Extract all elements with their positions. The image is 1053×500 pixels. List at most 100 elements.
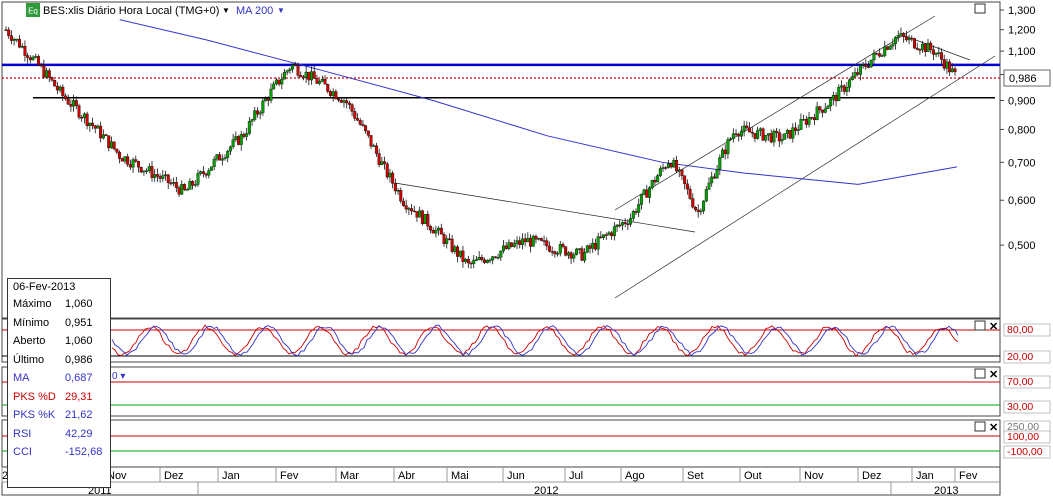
candle-body [391, 172, 395, 184]
panel-close-icon[interactable]: ✕ [989, 321, 998, 333]
candle-body [166, 174, 170, 184]
candle-body [739, 130, 743, 137]
candle-body [264, 98, 268, 102]
candle-body [631, 211, 635, 219]
candle-body [72, 100, 76, 107]
candle-body [950, 68, 954, 73]
candle-body [607, 232, 611, 235]
candle-body [142, 170, 146, 173]
candle-body [877, 53, 881, 57]
info-label-max: Máximo [13, 298, 52, 310]
candle-body [237, 136, 241, 145]
candle-body [850, 76, 854, 81]
indicator-level-label: 100,00 [1007, 431, 1039, 443]
info-value-pksd: 29,31 [65, 390, 93, 403]
candle-body [593, 242, 597, 250]
candle-body [280, 78, 284, 85]
panel-maximize-icon[interactable] [974, 320, 986, 331]
candle-body [15, 38, 19, 41]
candle-body [404, 205, 408, 210]
year-label: 2013 [934, 485, 958, 497]
candle-body [431, 230, 435, 234]
candle-body [318, 81, 322, 84]
info-value-pksk: 21,62 [65, 409, 93, 421]
candle-body [539, 238, 543, 241]
panel-close-icon[interactable]: ✕ [989, 369, 998, 381]
candle-body [147, 166, 151, 171]
candle-body [761, 128, 765, 141]
candle-body [648, 187, 652, 198]
candle-body [602, 234, 606, 238]
panel-maximize-icon[interactable] [974, 421, 986, 432]
candle-body [199, 171, 203, 174]
candle-body [61, 86, 65, 97]
candle-body [123, 156, 127, 162]
candle-body [285, 70, 289, 73]
maximize-icon[interactable] [974, 3, 986, 14]
candle-body [691, 198, 695, 208]
candle-body [358, 120, 362, 125]
candle-body [66, 98, 70, 105]
candle-body [710, 176, 714, 184]
ma-label[interactable]: MA 200 [236, 5, 273, 17]
candle-body [569, 252, 573, 259]
symbol-title[interactable]: BES:xlis Diário Hora Local (TMG+0) [43, 5, 219, 17]
candle-body [794, 127, 798, 131]
candle-body [93, 125, 97, 129]
candle-body [458, 250, 462, 257]
candle-body [707, 182, 711, 190]
candle-body [777, 132, 781, 142]
candle-body [58, 86, 62, 91]
candle-body [940, 52, 944, 60]
candle-body [558, 244, 562, 254]
candle-body [350, 104, 354, 112]
ma-dropdown-icon[interactable]: ▼ [277, 6, 285, 15]
candle-body [769, 133, 773, 143]
panel-maximize-icon[interactable] [974, 368, 986, 379]
panel-close-icon[interactable]: ✕ [989, 422, 998, 434]
candle-body [880, 55, 884, 57]
candle-body [856, 72, 860, 75]
candle-body [629, 218, 633, 225]
indicator-panels: 80,0020,00✕70,0030,00✕250,00100,00-100,0… [1, 318, 1051, 468]
candle-body [328, 91, 332, 96]
candle-body [896, 34, 900, 38]
candle-body [918, 49, 922, 51]
symbol-dropdown-icon[interactable]: ▼ [222, 6, 230, 15]
candle-body [434, 229, 438, 234]
candle-body [823, 108, 827, 113]
indicator-frame-1 [1, 366, 1001, 417]
candle-body [383, 161, 387, 164]
candle-body [875, 52, 879, 55]
candle-body [369, 135, 373, 147]
chart-svg: Eq BES:xlis Diário Hora Local (TMG+0) ▼ … [1, 1, 1051, 497]
candle-body [653, 180, 657, 183]
candle-body [185, 189, 189, 191]
candle-body [34, 56, 38, 58]
candle-body [304, 71, 308, 78]
candle-body [437, 227, 441, 231]
candle-body [177, 187, 181, 195]
candle-body [296, 65, 300, 76]
candle-body [931, 49, 935, 55]
candle-body [239, 134, 243, 145]
candle-body [291, 64, 295, 70]
candle-body [50, 77, 54, 81]
candle-body [145, 170, 149, 172]
candle-body [615, 224, 619, 227]
candle-body [853, 72, 857, 77]
info-value-last: 0,986 [65, 353, 93, 366]
candle-body [699, 210, 703, 213]
trendline-0 [614, 15, 936, 211]
candle-body [161, 175, 165, 179]
candle-body [934, 52, 938, 55]
candle-body [618, 224, 622, 227]
candle-body [82, 113, 86, 118]
candle-body [845, 86, 849, 92]
candle-body [829, 99, 833, 107]
candle-body [310, 71, 314, 81]
candle-body [680, 169, 684, 176]
app-icon-label: Eq [28, 7, 38, 16]
candle-body [488, 259, 492, 262]
candle-body [937, 52, 941, 54]
